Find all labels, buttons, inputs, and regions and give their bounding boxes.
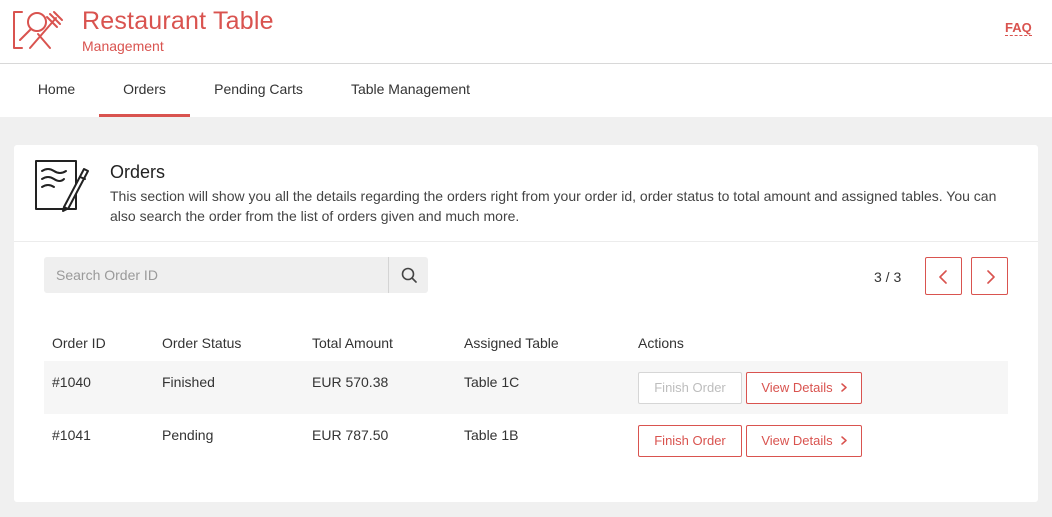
total-amount-cell: EUR 570.38 <box>312 374 389 390</box>
chevron-right-icon <box>840 383 847 392</box>
view-details-label: View Details <box>761 433 833 448</box>
section-description: This section will show you all the detai… <box>110 188 997 224</box>
chevron-right-icon <box>840 436 847 445</box>
chevron-right-icon <box>987 270 995 284</box>
brand-title: Restaurant Table <box>82 7 274 35</box>
main-nav: Home Orders Pending Carts Table Manageme… <box>0 64 1052 117</box>
tab-table-management[interactable]: Table Management <box>338 64 483 117</box>
finish-order-button: Finish Order <box>638 372 742 404</box>
assigned-table-cell: Table 1B <box>464 427 519 443</box>
order-id-cell: #1041 <box>52 427 91 443</box>
orders-card: Orders This section will show you all th… <box>14 145 1038 502</box>
order-status-cell: Finished <box>162 374 215 390</box>
page-indicator: 3 / 3 <box>874 269 902 285</box>
order-id-cell: #1040 <box>52 374 91 390</box>
brand-subtitle: Management <box>82 38 164 54</box>
search-icon <box>401 267 417 283</box>
table-row: #1041 Pending EUR 787.50 Table 1B Finish… <box>44 414 1008 467</box>
tab-pending-carts[interactable]: Pending Carts <box>202 64 315 117</box>
section-title: Orders <box>110 162 166 182</box>
restaurant-logo-icon <box>13 11 63 49</box>
finish-order-label: Finish Order <box>654 380 726 395</box>
finish-order-button[interactable]: Finish Order <box>638 425 742 457</box>
order-status-cell: Pending <box>162 427 214 443</box>
orders-card-header: Orders This section will show you all th… <box>14 145 1038 242</box>
tab-orders[interactable]: Orders <box>99 64 190 117</box>
faq-link[interactable]: FAQ <box>1005 20 1032 36</box>
column-header-total-amount: Total Amount <box>312 335 393 351</box>
chevron-left-icon <box>939 270 947 284</box>
finish-order-label: Finish Order <box>654 433 726 448</box>
search-input[interactable] <box>44 257 388 293</box>
app-header: Restaurant Table Management FAQ <box>0 0 1052 64</box>
next-page-button[interactable] <box>971 257 1008 295</box>
view-details-label: View Details <box>761 380 833 395</box>
column-header-actions: Actions <box>638 335 684 351</box>
view-details-button[interactable]: View Details <box>746 372 862 404</box>
search-button[interactable] <box>388 257 428 293</box>
order-notepad-icon <box>35 160 89 212</box>
column-header-order-status: Order Status <box>162 335 242 351</box>
total-amount-cell: EUR 787.50 <box>312 427 389 443</box>
view-details-button[interactable]: View Details <box>746 425 862 457</box>
table-row: #1040 Finished EUR 570.38 Table 1C Finis… <box>44 361 1008 414</box>
assigned-table-cell: Table 1C <box>464 374 520 390</box>
tab-home[interactable]: Home <box>26 64 87 117</box>
column-header-assigned-table: Assigned Table <box>464 335 559 351</box>
search-bar <box>44 257 428 293</box>
column-header-order-id: Order ID <box>52 335 106 351</box>
prev-page-button[interactable] <box>925 257 962 295</box>
